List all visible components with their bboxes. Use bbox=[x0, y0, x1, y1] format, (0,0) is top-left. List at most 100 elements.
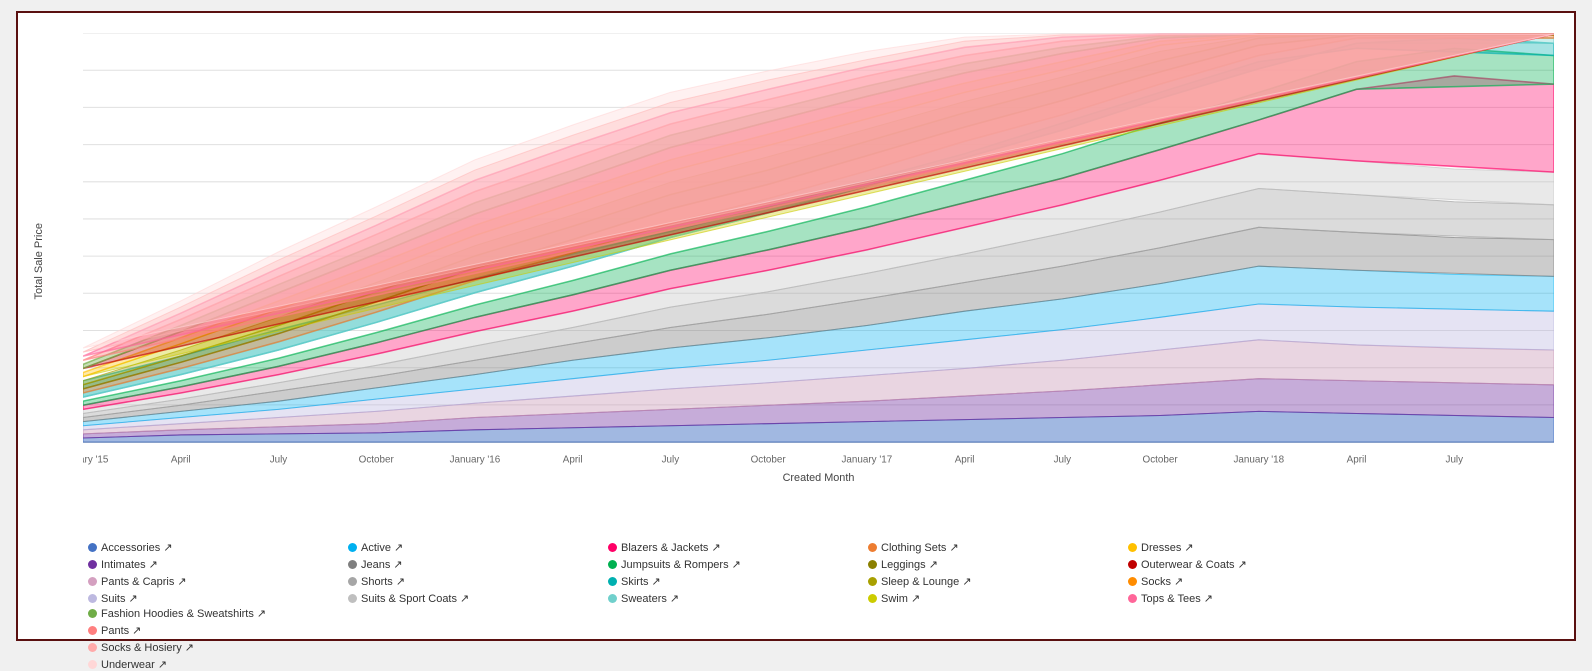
legend-label-tops-tees: Tops & Tees ↗ bbox=[1141, 592, 1213, 605]
legend-item-blazers: Blazers & Jackets ↗ bbox=[608, 541, 868, 554]
legend-label-pants: Pants ↗ bbox=[101, 624, 141, 637]
legend-item-active: Active ↗ bbox=[348, 541, 608, 554]
legend-dot-suits bbox=[88, 594, 97, 603]
legend-label-jumpsuits: Jumpsuits & Rompers ↗ bbox=[621, 558, 741, 571]
svg-text:July: July bbox=[1446, 454, 1464, 465]
legend-item-intimates: Intimates ↗ bbox=[88, 558, 348, 571]
svg-text:January '16: January '16 bbox=[450, 454, 501, 465]
svg-text:April: April bbox=[171, 454, 191, 465]
legend-dot-suits-sport bbox=[348, 594, 357, 603]
legend-label-outerwear: Outerwear & Coats ↗ bbox=[1141, 558, 1247, 571]
legend-label-sweaters: Sweaters ↗ bbox=[621, 592, 679, 605]
legend-item-sweaters: Sweaters ↗ bbox=[608, 592, 868, 605]
legend-label-accessories: Accessories ↗ bbox=[101, 541, 173, 554]
legend-item-socks-hosiery: Socks & Hosiery ↗ bbox=[88, 641, 378, 654]
legend-dot-fashion-hoodies bbox=[88, 609, 97, 618]
legend-item-pants-capris: Pants & Capris ↗ bbox=[88, 575, 348, 588]
legend-label-dresses: Dresses ↗ bbox=[1141, 541, 1194, 554]
legend-label-clothing-sets: Clothing Sets ↗ bbox=[881, 541, 959, 554]
legend-item-tops-tees: Tops & Tees ↗ bbox=[1128, 592, 1388, 605]
svg-text:April: April bbox=[563, 454, 583, 465]
legend-col-6: Fashion Hoodies & Sweatshirts ↗ Pants ↗ … bbox=[88, 607, 378, 671]
legend-col-1: Accessories ↗ Intimates ↗ Pants & Capris… bbox=[88, 541, 348, 605]
legend-dot-jumpsuits bbox=[608, 560, 617, 569]
legend-dot-clothing-sets bbox=[868, 543, 877, 552]
svg-text:October: October bbox=[359, 454, 395, 465]
legend-label-swim: Swim ↗ bbox=[881, 592, 920, 605]
legend-item-underwear: Underwear ↗ bbox=[88, 658, 378, 671]
legend-label-underwear: Underwear ↗ bbox=[101, 658, 167, 671]
legend-dot-intimates bbox=[88, 560, 97, 569]
svg-text:April: April bbox=[1347, 454, 1367, 465]
chart-area: Total Sale Price $0.00 $10,000.00 bbox=[28, 23, 1564, 533]
svg-text:October: October bbox=[751, 454, 787, 465]
legend-label-active: Active ↗ bbox=[361, 541, 403, 554]
legend-item-socks: Socks ↗ bbox=[1128, 575, 1388, 588]
legend-item-suits-sport: Suits & Sport Coats ↗ bbox=[348, 592, 608, 605]
legend-label-intimates: Intimates ↗ bbox=[101, 558, 158, 571]
legend-item-jeans: Jeans ↗ bbox=[348, 558, 608, 571]
legend-dot-sleep-lounge bbox=[868, 577, 877, 586]
legend-dot-pants-capris bbox=[88, 577, 97, 586]
legend-dot-socks-hosiery bbox=[88, 643, 97, 652]
legend-dot-swim bbox=[868, 594, 877, 603]
legend-col-3: Blazers & Jackets ↗ Jumpsuits & Rompers … bbox=[608, 541, 868, 605]
legend-dot-leggings bbox=[868, 560, 877, 569]
legend-label-leggings: Leggings ↗ bbox=[881, 558, 938, 571]
legend-label-sleep-lounge: Sleep & Lounge ↗ bbox=[881, 575, 972, 588]
legend-label-fashion-hoodies: Fashion Hoodies & Sweatshirts ↗ bbox=[101, 607, 266, 620]
svg-text:July: July bbox=[662, 454, 680, 465]
legend-item-outerwear: Outerwear & Coats ↗ bbox=[1128, 558, 1388, 571]
legend-item-fashion-hoodies: Fashion Hoodies & Sweatshirts ↗ bbox=[88, 607, 378, 620]
y-axis-label: Total Sale Price bbox=[33, 223, 45, 299]
legend-item-leggings: Leggings ↗ bbox=[868, 558, 1128, 571]
svg-text:April: April bbox=[955, 454, 975, 465]
legend-dot-accessories bbox=[88, 543, 97, 552]
legend-dot-pants bbox=[88, 626, 97, 635]
legend-item-clothing-sets: Clothing Sets ↗ bbox=[868, 541, 1128, 554]
legend-dot-socks bbox=[1128, 577, 1137, 586]
legend-col-4: Clothing Sets ↗ Leggings ↗ Sleep & Loung… bbox=[868, 541, 1128, 605]
svg-text:July: July bbox=[270, 454, 288, 465]
legend-item-shorts: Shorts ↗ bbox=[348, 575, 608, 588]
legend-label-socks-hosiery: Socks & Hosiery ↗ bbox=[101, 641, 194, 654]
legend-dot-underwear bbox=[88, 660, 97, 669]
svg-text:October: October bbox=[1143, 454, 1179, 465]
legend-label-socks: Socks ↗ bbox=[1141, 575, 1183, 588]
chart-legend: Accessories ↗ Intimates ↗ Pants & Capris… bbox=[28, 533, 1564, 671]
svg-text:Created Month: Created Month bbox=[783, 471, 855, 482]
legend-dot-jeans bbox=[348, 560, 357, 569]
legend-item-pants: Pants ↗ bbox=[88, 624, 378, 637]
svg-text:January '17: January '17 bbox=[842, 454, 893, 465]
legend-col-5: Dresses ↗ Outerwear & Coats ↗ Socks ↗ To… bbox=[1128, 541, 1388, 605]
svg-text:January '18: January '18 bbox=[1233, 454, 1284, 465]
legend-dot-tops-tees bbox=[1128, 594, 1137, 603]
legend-label-skirts: Skirts ↗ bbox=[621, 575, 661, 588]
legend-dot-active bbox=[348, 543, 357, 552]
legend-dot-dresses bbox=[1128, 543, 1137, 552]
chart-inner: $0.00 $10,000.00 $20,000.00 $30,000.00 $… bbox=[83, 33, 1554, 483]
legend-dot-shorts bbox=[348, 577, 357, 586]
legend-dot-skirts bbox=[608, 577, 617, 586]
legend-label-suits: Suits ↗ bbox=[101, 592, 138, 605]
legend-label-jeans: Jeans ↗ bbox=[361, 558, 403, 571]
legend-label-suits-sport: Suits & Sport Coats ↗ bbox=[361, 592, 469, 605]
legend-dot-blazers bbox=[608, 543, 617, 552]
legend-item-skirts: Skirts ↗ bbox=[608, 575, 868, 588]
legend-label-blazers: Blazers & Jackets ↗ bbox=[621, 541, 721, 554]
legend-col-2: Active ↗ Jeans ↗ Shorts ↗ Suits & Sport … bbox=[348, 541, 608, 605]
legend-dot-outerwear bbox=[1128, 560, 1137, 569]
legend-item-swim: Swim ↗ bbox=[868, 592, 1128, 605]
legend-label-shorts: Shorts ↗ bbox=[361, 575, 405, 588]
main-chart-svg: $0.00 $10,000.00 $20,000.00 $30,000.00 $… bbox=[83, 33, 1554, 483]
svg-text:July: July bbox=[1054, 454, 1072, 465]
legend-item-suits: Suits ↗ bbox=[88, 592, 348, 605]
legend-dot-sweaters bbox=[608, 594, 617, 603]
svg-text:January '15: January '15 bbox=[83, 454, 109, 465]
legend-item-jumpsuits: Jumpsuits & Rompers ↗ bbox=[608, 558, 868, 571]
legend-item-dresses: Dresses ↗ bbox=[1128, 541, 1388, 554]
chart-container: Total Sale Price $0.00 $10,000.00 bbox=[16, 11, 1576, 641]
legend-label-pants-capris: Pants & Capris ↗ bbox=[101, 575, 187, 588]
legend-item-accessories: Accessories ↗ bbox=[88, 541, 348, 554]
legend-item-sleep-lounge: Sleep & Lounge ↗ bbox=[868, 575, 1128, 588]
